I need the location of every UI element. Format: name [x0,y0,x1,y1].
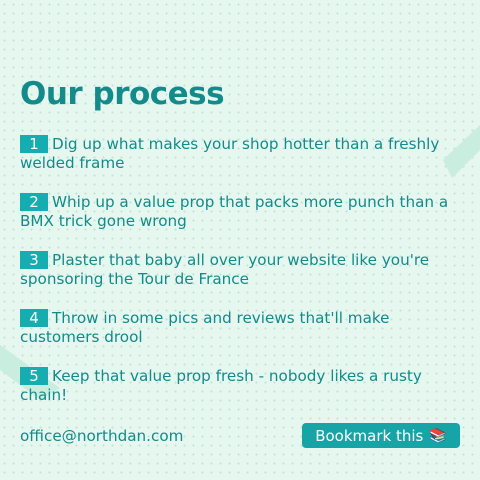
step-text: Throw in some pics and reviews that'll m… [20,309,390,346]
books-icon: 📚 [429,427,447,444]
contact-email-link[interactable]: office@northdan.com [20,427,183,445]
process-step: 5 Keep that value prop fresh - nobody lik… [20,367,460,405]
step-number-badge: 1 [20,135,48,153]
step-text: Keep that value prop fresh - nobody like… [20,367,422,404]
process-step: 3 Plaster that baby all over your website… [20,251,460,289]
step-number-badge: 2 [20,193,48,211]
step-number-badge: 4 [20,309,48,327]
process-step: 2 Whip up a value prop that packs more pu… [20,193,460,231]
decorative-lines [0,125,480,400]
step-number-badge: 3 [20,251,48,269]
bookmark-label: Bookmark this [315,426,424,445]
page-title: Our process [20,76,225,112]
process-step: 1 Dig up what makes your shop hotter than… [20,135,460,173]
step-number-badge: 5 [20,367,48,385]
bookmark-button[interactable]: Bookmark this 📚 [302,423,460,448]
process-step: 4 Throw in some pics and reviews that'll … [20,309,460,347]
step-text: Plaster that baby all over your website … [20,251,430,288]
step-text: Whip up a value prop that packs more pun… [20,193,449,230]
step-text: Dig up what makes your shop hotter than … [20,135,440,172]
